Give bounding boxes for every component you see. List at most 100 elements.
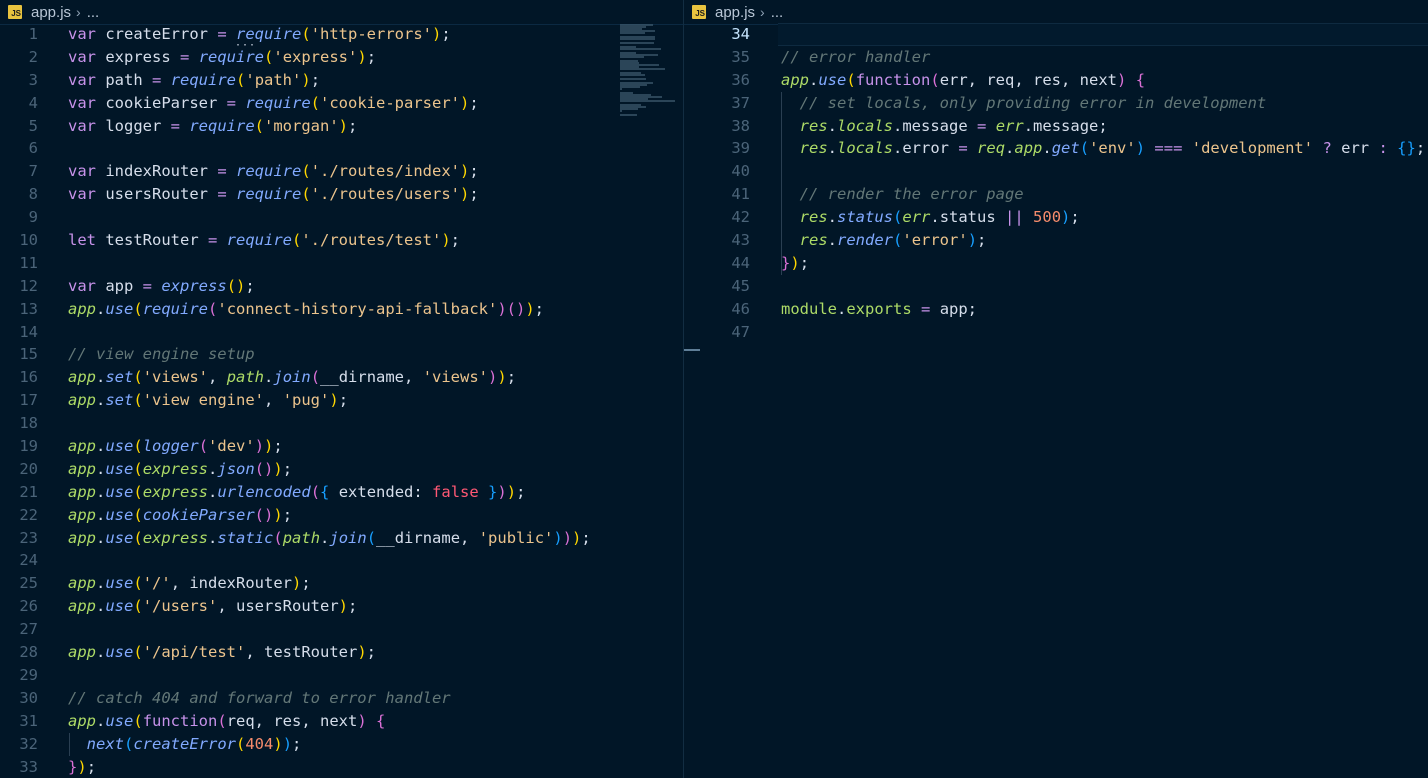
- code-line[interactable]: 2 var express = require('express');: [0, 46, 683, 69]
- code-token: .: [96, 482, 106, 501]
- code-token: function: [142, 711, 218, 730]
- code-line[interactable]: 6: [0, 137, 683, 160]
- code-token: set: [105, 368, 134, 387]
- code-line[interactable]: 15 // view engine setup: [0, 343, 683, 366]
- code-line[interactable]: 9: [0, 206, 683, 229]
- code-line[interactable]: 1 var createError = require('http-errors'…: [0, 23, 683, 46]
- line-number: 12: [19, 276, 38, 295]
- code-token: use: [105, 482, 134, 501]
- code-token: static: [217, 528, 274, 547]
- code-line[interactable]: 44});: [684, 252, 1428, 275]
- code-line[interactable]: 28 app.use('/api/test', testRouter);: [0, 641, 683, 664]
- code-line[interactable]: 10 let testRouter = require('./routes/tes…: [0, 229, 683, 252]
- code-token: res: [799, 139, 828, 158]
- code-line[interactable]: 3 var path = require('path');: [0, 69, 683, 92]
- breadcrumb-more[interactable]: ...: [87, 4, 100, 21]
- code-line[interactable]: 31 app.use(function(req, res, next) {: [0, 710, 683, 733]
- editor-pane-right[interactable]: JS app.js › ... 34 35 // error handler 36 ap…: [684, 0, 1428, 778]
- code-token: ;: [1070, 208, 1080, 227]
- editor-pane-left[interactable]: JS app.js › ... 1 var createError = requi…: [0, 0, 683, 778]
- code-line[interactable]: 42 res.status(err.status || 500);: [684, 206, 1428, 229]
- code-line[interactable]: 39 res.locals.error = req.app.get('env')…: [684, 137, 1428, 160]
- code-token: .: [827, 139, 838, 158]
- breadcrumb-more[interactable]: ...: [771, 4, 784, 21]
- code-line[interactable]: 29: [0, 664, 683, 687]
- code-token: app: [68, 482, 96, 501]
- code-line[interactable]: 36 app.use(function(err, req, res, next) …: [684, 69, 1428, 92]
- code-line[interactable]: 26 app.use('/users', usersRouter);: [0, 595, 683, 618]
- code-line[interactable]: 45: [684, 275, 1428, 298]
- code-token: (: [930, 70, 940, 89]
- code-line[interactable]: 46 module.exports = app;: [684, 298, 1428, 321]
- code-token: ,: [208, 368, 227, 387]
- code-line[interactable]: 33});: [0, 756, 683, 778]
- code-token: ): [77, 757, 87, 776]
- code-line[interactable]: 21 app.use(express.urlencoded({ extended:…: [0, 481, 683, 504]
- code-line[interactable]: 47: [684, 321, 1428, 344]
- code-line[interactable]: 41 // render the error page: [684, 183, 1428, 206]
- code-line[interactable]: 13 app.use(require('connect-history-api-f…: [0, 298, 683, 321]
- code-editor[interactable]: 1 var createError = require('http-errors'…: [0, 23, 683, 778]
- code-token: '/users': [142, 597, 218, 616]
- code-token: ): [273, 459, 283, 478]
- code-token: urlencoded: [217, 482, 311, 501]
- code-line[interactable]: 20 app.use(express.json());: [0, 458, 683, 481]
- line-number: 22: [19, 505, 38, 524]
- code-token: 'development': [1191, 139, 1314, 158]
- breadcrumb-file[interactable]: app.js: [31, 4, 71, 21]
- code-token: './routes/users': [310, 185, 460, 204]
- code-token: var: [68, 116, 96, 135]
- code-line[interactable]: 22 app.use(cookieParser());: [0, 504, 683, 527]
- code-line[interactable]: 35 // error handler: [684, 46, 1428, 69]
- code-token: ): [1135, 139, 1146, 158]
- code-token: =: [142, 276, 153, 295]
- code-line[interactable]: 37 // set locals, only providing error i…: [684, 92, 1428, 115]
- line-number: 28: [19, 643, 38, 662]
- code-token: exports: [846, 299, 912, 318]
- code-line[interactable]: 18: [0, 412, 683, 435]
- code-token: path: [226, 368, 265, 387]
- code-line[interactable]: 38 res.locals.message = err.message;: [684, 115, 1428, 138]
- code-line[interactable]: 7 var indexRouter = require('./routes/ind…: [0, 160, 683, 183]
- code-token: ): [562, 528, 573, 547]
- code-line[interactable]: 5 var logger = require('morgan');: [0, 115, 683, 138]
- code-line[interactable]: 14: [0, 321, 683, 344]
- code-text: // set locals, only providing error in d…: [781, 92, 1267, 115]
- code-token: use: [105, 505, 134, 524]
- code-token: .: [96, 437, 106, 456]
- code-editor[interactable]: 34 35// error handler 36 app.use(function(e…: [684, 23, 1428, 343]
- code-line[interactable]: 11: [0, 252, 683, 275]
- code-line[interactable]: 23 app.use(express.static(path.join(__dir…: [0, 527, 683, 550]
- minimap[interactable]: [620, 24, 682, 120]
- code-line[interactable]: 24: [0, 549, 683, 572]
- code-line[interactable]: 32 next(createError(404));: [0, 733, 683, 756]
- code-line[interactable]: 40: [684, 160, 1428, 183]
- code-line[interactable]: 4 var cookieParser = require('cookie-pars…: [0, 92, 683, 115]
- code-line[interactable]: 8 var usersRouter = require('./routes/use…: [0, 183, 683, 206]
- code-token: .: [827, 208, 838, 227]
- breadcrumb-file[interactable]: app.js: [715, 4, 755, 21]
- code-line[interactable]: 43 res.render('error');: [684, 229, 1428, 252]
- code-line[interactable]: 19 app.use(logger('dev'));: [0, 435, 683, 458]
- code-token: render: [837, 231, 894, 250]
- code-line[interactable]: 17 app.set('view engine', 'pug');: [0, 389, 683, 412]
- code-line[interactable]: 34: [684, 23, 1428, 46]
- code-line[interactable]: 30 // catch 404 and forward to error hand…: [0, 687, 683, 710]
- javascript-file-icon: JS: [8, 5, 22, 19]
- code-line[interactable]: 25 app.use('/', indexRouter);: [0, 572, 683, 595]
- code-token: status: [837, 208, 894, 227]
- code-line[interactable]: 27: [0, 618, 683, 641]
- code-token: ;: [282, 459, 293, 478]
- code-token: ||: [1005, 208, 1024, 227]
- line-number: 2: [28, 47, 38, 66]
- code-token: ): [790, 253, 800, 272]
- code-token: (: [133, 643, 143, 662]
- code-line[interactable]: 12 var app = express();: [0, 275, 683, 298]
- code-token: app: [68, 505, 96, 524]
- code-line[interactable]: 16 app.set('views', path.join(__dirname, …: [0, 366, 683, 389]
